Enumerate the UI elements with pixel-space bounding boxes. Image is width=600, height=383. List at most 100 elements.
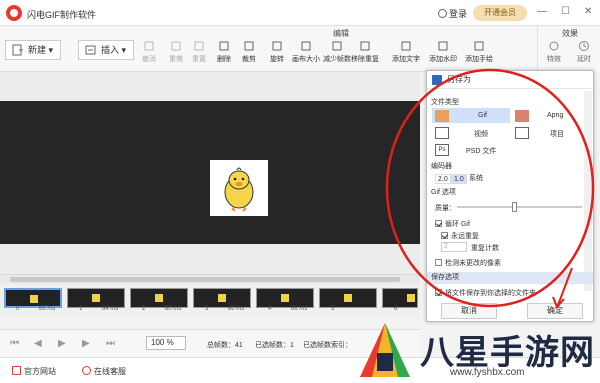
repeat-count-label: 重复计数 bbox=[471, 245, 499, 252]
frame-thumbnail[interactable] bbox=[67, 288, 125, 308]
type-video-option[interactable]: 视频 bbox=[432, 125, 510, 140]
insert-label: 插入 bbox=[101, 45, 120, 55]
tool-effects-label: 特效 bbox=[547, 56, 561, 63]
tool-reduce[interactable]: 减少帧数 bbox=[322, 40, 352, 64]
frames-strip: 0 66 ms 1 64 ms 2 80 ms 3 80 ms 4 66 ms 5 6 bbox=[0, 284, 420, 318]
selected-index-label: 已选帧数索引： bbox=[303, 342, 352, 349]
tool-delay[interactable]: 延时 bbox=[569, 40, 599, 64]
vip-button[interactable]: 开通会员 bbox=[473, 5, 527, 21]
frame-thumbnail[interactable] bbox=[130, 288, 188, 308]
pen-icon bbox=[474, 41, 484, 51]
frame-thumbnail[interactable] bbox=[382, 288, 418, 308]
home-icon bbox=[12, 366, 21, 375]
cancel-button[interactable]: 取消 bbox=[441, 303, 497, 319]
ok-button[interactable]: 确定 bbox=[527, 303, 583, 319]
frame-duration: 64 ms bbox=[102, 306, 119, 312]
user-icon bbox=[438, 9, 447, 18]
reduce-icon bbox=[332, 41, 342, 51]
frame-mini-image bbox=[92, 294, 100, 302]
quality-slider[interactable] bbox=[457, 202, 582, 212]
clock-icon bbox=[579, 41, 589, 51]
frame-thumbnail[interactable] bbox=[193, 288, 251, 308]
support-label: 在线客服 bbox=[94, 367, 126, 376]
checkbox-box[interactable] bbox=[435, 259, 442, 266]
edit-section-label: 编辑 bbox=[333, 29, 349, 38]
insert-icon bbox=[85, 45, 96, 55]
quality-label: 质量： bbox=[435, 205, 456, 212]
encoder-system-option[interactable]: 系统 bbox=[467, 174, 485, 184]
repeat-forever-checkbox[interactable]: 永远重复 bbox=[441, 231, 479, 241]
tool-label: 撤消 bbox=[142, 56, 156, 63]
last-frame-icon[interactable]: ⏭ bbox=[106, 338, 115, 349]
dialog-scrollbar[interactable] bbox=[584, 91, 592, 291]
type-apng-label: Apng bbox=[547, 112, 564, 119]
tool-crop[interactable]: 裁剪 bbox=[234, 40, 264, 64]
scrollbar-thumb[interactable] bbox=[10, 277, 400, 282]
frame-mini-image bbox=[407, 294, 415, 302]
support-icon bbox=[82, 366, 91, 375]
site-watermark: 八星手游网 www.fyshbx.com bbox=[350, 319, 600, 383]
maximize-button[interactable]: ☐ bbox=[561, 6, 570, 17]
frame-thumbnail[interactable] bbox=[4, 288, 62, 308]
support-link[interactable]: 在线客服 bbox=[82, 366, 126, 377]
frame-number: 6 bbox=[394, 306, 398, 312]
encoder-1-option[interactable]: 1.0 bbox=[451, 174, 467, 184]
tool-dedupe[interactable]: 移除重复 bbox=[350, 40, 380, 64]
watermark-logo bbox=[360, 323, 410, 377]
frame-thumbnail[interactable] bbox=[319, 288, 377, 308]
save-to-folder-checkbox[interactable]: 将文件保存到你选择的文件夹 bbox=[435, 288, 536, 298]
dialog-header: 另存为 bbox=[427, 71, 593, 89]
detect-unchanged-checkbox[interactable]: 检测未更改的像素 bbox=[435, 258, 501, 268]
duck-illustration bbox=[224, 167, 254, 212]
first-frame-icon[interactable]: ⏮ bbox=[10, 338, 19, 349]
tool-delay-label: 延时 bbox=[577, 56, 591, 63]
watermark-url: www.fyshbx.com bbox=[450, 367, 525, 378]
type-project-option[interactable]: 项目 bbox=[513, 125, 583, 140]
loop-gif-checkbox[interactable]: 循环 Gif bbox=[435, 219, 470, 229]
next-frame-icon[interactable]: ▶ bbox=[82, 338, 90, 349]
total-frames-label: 总帧数： bbox=[207, 342, 235, 349]
tool-rotate[interactable]: 旋转 bbox=[262, 40, 292, 64]
gif-file-icon bbox=[435, 110, 449, 122]
frame-mini-image bbox=[281, 294, 289, 302]
official-site-link[interactable]: 官方网站 bbox=[12, 366, 56, 377]
save-icon bbox=[432, 75, 442, 85]
tool-label: 添加文字 bbox=[392, 56, 420, 63]
encoder-2-option[interactable]: 2.0 bbox=[435, 174, 451, 184]
psd-file-icon: Ps bbox=[435, 144, 449, 156]
close-button[interactable]: ✕ bbox=[584, 6, 592, 17]
frame-thumbnail[interactable] bbox=[256, 288, 314, 308]
play-icon[interactable]: ▶ bbox=[58, 338, 66, 349]
tool-text[interactable]: 添加文字 bbox=[391, 40, 421, 64]
save-options-header: 保存选项 bbox=[427, 272, 593, 284]
gif-options-label: Gif 选项 bbox=[431, 189, 456, 196]
checkbox-box[interactable] bbox=[435, 220, 442, 227]
text-icon bbox=[401, 41, 411, 51]
tool-watermark[interactable]: 添加水印 bbox=[428, 40, 458, 64]
trash-icon bbox=[219, 41, 229, 51]
login-button[interactable]: 登录 bbox=[438, 7, 467, 20]
tool-effects[interactable]: 特效 bbox=[539, 40, 569, 64]
tool-undo[interactable]: 撤消 bbox=[134, 40, 164, 64]
insert-button[interactable]: 插入 ▾ bbox=[78, 40, 134, 60]
checkbox-box[interactable] bbox=[441, 232, 448, 239]
new-file-icon bbox=[12, 44, 23, 56]
tool-pen[interactable]: 添加手绘 bbox=[464, 40, 494, 64]
prev-frame-icon[interactable]: ◀ bbox=[34, 338, 42, 349]
detect-unchanged-label: 检测未更改的像素 bbox=[445, 260, 501, 267]
horizontal-scrollbar[interactable] bbox=[0, 274, 420, 283]
type-gif-option[interactable]: Gif bbox=[432, 108, 510, 123]
zoom-input[interactable]: 100 % bbox=[146, 336, 186, 350]
frame-number: 1 bbox=[79, 306, 83, 312]
frame-duration: 66 ms bbox=[291, 306, 308, 312]
checkbox-box[interactable] bbox=[435, 289, 442, 296]
frame-number: 2 bbox=[142, 306, 146, 312]
new-button[interactable]: 新建 ▾ bbox=[5, 40, 61, 60]
type-psd-option[interactable]: Ps PSD 文件 bbox=[432, 142, 510, 157]
type-apng-option[interactable]: Apng bbox=[513, 108, 583, 123]
minimize-button[interactable]: — bbox=[537, 6, 547, 17]
tool-canvas[interactable]: 画布大小 bbox=[291, 40, 321, 64]
repeat-count-input[interactable]: 2 bbox=[441, 242, 467, 252]
quality-slider-knob[interactable] bbox=[512, 202, 517, 212]
crop-icon bbox=[244, 41, 254, 51]
